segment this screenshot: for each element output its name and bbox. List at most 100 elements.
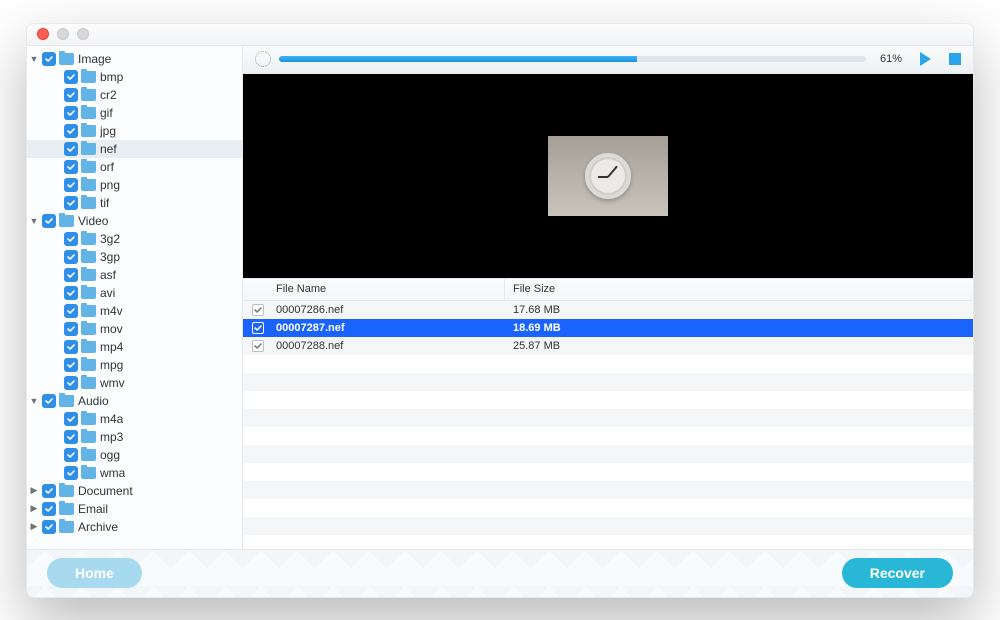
tree-checkbox[interactable]: [42, 52, 56, 66]
tree-checkbox[interactable]: [42, 520, 56, 534]
disclosure-triangle-icon[interactable]: ▼: [29, 54, 39, 64]
file-list[interactable]: File Name File Size 00007286.nef17.68 MB…: [243, 279, 973, 549]
window-zoom-button[interactable]: [77, 28, 89, 40]
tree-node-label: mp4: [100, 340, 123, 354]
tree-node-archive[interactable]: ▶Archive: [27, 518, 242, 536]
table-row-empty: [243, 499, 973, 517]
folder-icon: [81, 305, 96, 317]
column-header-name[interactable]: File Name: [273, 279, 505, 300]
tree-node-email[interactable]: ▶Email: [27, 500, 242, 518]
disclosure-triangle-icon[interactable]: ▶: [29, 521, 39, 532]
tree-checkbox[interactable]: [64, 160, 78, 174]
disclosure-triangle-icon[interactable]: ▶: [29, 503, 39, 514]
tree-checkbox[interactable]: [64, 304, 78, 318]
tree-node-audio[interactable]: ▼Audio: [27, 392, 242, 410]
tree-node-bmp[interactable]: ▶bmp: [27, 68, 242, 86]
tree-checkbox[interactable]: [64, 70, 78, 84]
folder-icon: [59, 395, 74, 407]
tree-checkbox[interactable]: [42, 394, 56, 408]
tree-node-jpg[interactable]: ▶jpg: [27, 122, 242, 140]
tree-checkbox[interactable]: [64, 358, 78, 372]
tree-node-mp3[interactable]: ▶mp3: [27, 428, 242, 446]
folder-icon: [81, 89, 96, 101]
category-sidebar[interactable]: ▼Image▶bmp▶cr2▶gif▶jpg▶nef▶orf▶png▶tif▼V…: [27, 46, 243, 549]
tree-node-3gp[interactable]: ▶3gp: [27, 248, 242, 266]
tree-checkbox[interactable]: [64, 286, 78, 300]
tree-node-image[interactable]: ▼Image: [27, 50, 242, 68]
tree-node-orf[interactable]: ▶orf: [27, 158, 242, 176]
tree-checkbox[interactable]: [64, 178, 78, 192]
tree-checkbox[interactable]: [64, 412, 78, 426]
tree-node-label: gif: [100, 106, 113, 120]
stop-scan-button[interactable]: [949, 53, 961, 65]
folder-icon: [59, 521, 74, 533]
tree-checkbox[interactable]: [64, 142, 78, 156]
home-button[interactable]: Home: [47, 558, 142, 588]
table-row[interactable]: 00007288.nef25.87 MB: [243, 337, 973, 355]
row-checkbox[interactable]: [252, 322, 264, 334]
footer-toolbar: Home Recover: [27, 549, 973, 597]
window-minimize-button[interactable]: [57, 28, 69, 40]
row-file-name: 00007287.nef: [273, 322, 505, 334]
tree-node-asf[interactable]: ▶asf: [27, 266, 242, 284]
tree-node-label: orf: [100, 160, 114, 174]
row-checkbox[interactable]: [252, 304, 264, 316]
table-row-empty: [243, 481, 973, 499]
column-header-size[interactable]: File Size: [505, 279, 973, 300]
tree-checkbox[interactable]: [64, 448, 78, 462]
tree-node-cr2[interactable]: ▶cr2: [27, 86, 242, 104]
folder-icon: [59, 503, 74, 515]
tree-node-ogg[interactable]: ▶ogg: [27, 446, 242, 464]
tree-node-m4a[interactable]: ▶m4a: [27, 410, 242, 428]
tree-node-mp4[interactable]: ▶mp4: [27, 338, 242, 356]
tree-node-mpg[interactable]: ▶mpg: [27, 356, 242, 374]
tree-node-nef[interactable]: ▶nef: [27, 140, 242, 158]
row-checkbox[interactable]: [252, 340, 264, 352]
tree-node-m4v[interactable]: ▶m4v: [27, 302, 242, 320]
tree-node-label: mov: [100, 322, 123, 336]
folder-icon: [81, 467, 96, 479]
tree-checkbox[interactable]: [64, 250, 78, 264]
disclosure-triangle-icon[interactable]: ▼: [29, 216, 39, 226]
tree-node-gif[interactable]: ▶gif: [27, 104, 242, 122]
tree-node-label: 3g2: [100, 232, 120, 246]
table-row[interactable]: 00007286.nef17.68 MB: [243, 301, 973, 319]
tree-checkbox[interactable]: [64, 430, 78, 444]
disclosure-triangle-icon[interactable]: ▶: [29, 485, 39, 496]
tree-checkbox[interactable]: [64, 322, 78, 336]
tree-node-label: Document: [78, 484, 133, 498]
tree-checkbox[interactable]: [64, 376, 78, 390]
tree-checkbox[interactable]: [42, 484, 56, 498]
tree-checkbox[interactable]: [64, 124, 78, 138]
recover-button[interactable]: Recover: [842, 558, 953, 588]
progress-percent: 61%: [874, 53, 902, 65]
tree-node-png[interactable]: ▶png: [27, 176, 242, 194]
tree-node-wmv[interactable]: ▶wmv: [27, 374, 242, 392]
table-row[interactable]: 00007287.nef18.69 MB: [243, 319, 973, 337]
tree-node-wma[interactable]: ▶wma: [27, 464, 242, 482]
tree-node-mov[interactable]: ▶mov: [27, 320, 242, 338]
disclosure-triangle-icon[interactable]: ▼: [29, 396, 39, 406]
tree-checkbox[interactable]: [64, 232, 78, 246]
tree-checkbox[interactable]: [64, 466, 78, 480]
tree-node-document[interactable]: ▶ Document: [27, 482, 242, 500]
tree-node-3g2[interactable]: ▶3g2: [27, 230, 242, 248]
tree-checkbox[interactable]: [64, 268, 78, 282]
folder-icon: [81, 107, 96, 119]
window-close-button[interactable]: [37, 28, 49, 40]
tree-node-tif[interactable]: ▶tif: [27, 194, 242, 212]
main-panel: 61% File Name: [243, 46, 973, 549]
tree-checkbox[interactable]: [64, 340, 78, 354]
tree-node-video[interactable]: ▼Video: [27, 212, 242, 230]
folder-icon: [81, 449, 96, 461]
tree-checkbox[interactable]: [64, 88, 78, 102]
resume-scan-button[interactable]: [920, 52, 931, 66]
tree-checkbox[interactable]: [42, 214, 56, 228]
tree-checkbox[interactable]: [42, 502, 56, 516]
tree-checkbox[interactable]: [64, 196, 78, 210]
tree-checkbox[interactable]: [64, 106, 78, 120]
preview-pane: [243, 74, 973, 279]
tree-node-avi[interactable]: ▶avi: [27, 284, 242, 302]
tree-node-label: 3gp: [100, 250, 120, 264]
row-file-size: 18.69 MB: [505, 322, 973, 334]
